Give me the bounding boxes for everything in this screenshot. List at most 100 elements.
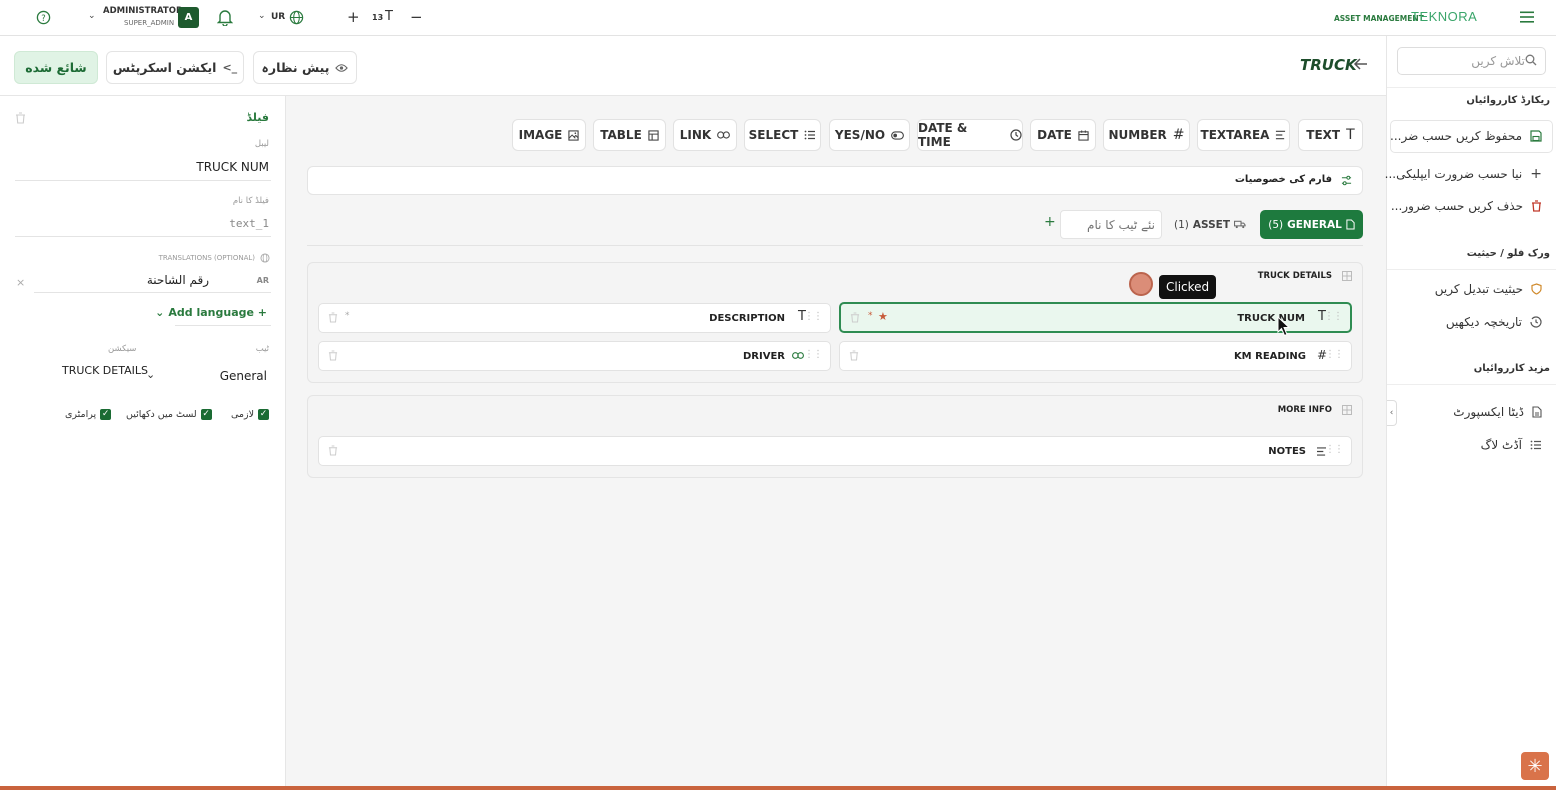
top-bar: ? ⌄ ADMINISTRATOR SUPER_ADMIN A ⌄ UR + 1… (0, 0, 1556, 36)
drag-handle-icon[interactable]: ⋮⋮ (1324, 311, 1343, 322)
section-icon (1342, 271, 1352, 281)
drag-handle-icon[interactable]: ⋮⋮ (1325, 444, 1344, 455)
collapse-sidebar-button[interactable]: ‹ (1387, 400, 1397, 426)
parameter-checkbox[interactable]: پرامٹری ✓ (65, 409, 112, 420)
field-type-textarea[interactable]: TEXTAREA (1197, 119, 1290, 151)
field-type-number[interactable]: NUMBER # (1103, 119, 1190, 151)
drag-handle-icon[interactable]: ⋮⋮ (804, 311, 823, 322)
font-size-value: 13 (372, 13, 384, 22)
section-select-value[interactable]: TRUCK DETAILS (62, 364, 148, 377)
assistant-sparkle-icon[interactable]: ✳ (1521, 752, 1549, 780)
sidebar-item-audit-log[interactable]: آڈٹ لاگ (1481, 438, 1542, 452)
sidebar-item-new[interactable]: + نیا حسب ضرورت ایپلیکی... (1385, 166, 1542, 182)
language-chevron-icon[interactable]: ⌄ (258, 11, 266, 21)
label-value[interactable]: TRUCK NUM (196, 160, 269, 174)
back-arrow-icon[interactable] (1353, 56, 1369, 72)
sidebar-item-data-export[interactable]: ڈیٹا ایکسپورٹ (1453, 405, 1542, 419)
field-type-text-label: TEXT (1306, 128, 1341, 142)
field-driver-label: DRIVER (743, 351, 785, 362)
sidebar-search[interactable]: تلاش کریں (1397, 47, 1546, 75)
preview-button[interactable]: پیش نظارہ (253, 51, 357, 84)
text-type-icon: T (1318, 309, 1326, 324)
globe-icon[interactable] (289, 10, 304, 25)
mouse-cursor-icon (1277, 316, 1291, 337)
add-tab-button[interactable]: + (1044, 214, 1056, 230)
sidebar-item-data-export-label: ڈیٹا ایکسپورٹ (1453, 405, 1524, 419)
name-underline (15, 236, 271, 237)
sidebar-item-save[interactable]: محفوظ کریں حسب ضر... (1390, 129, 1542, 143)
form-properties-bar[interactable]: فارم کی خصوصیات (307, 166, 1363, 195)
field-type-date[interactable]: DATE (1030, 119, 1096, 151)
save-icon (1530, 130, 1542, 142)
bell-icon[interactable] (217, 9, 233, 26)
image-icon (568, 129, 580, 141)
field-type-image[interactable]: IMAGE (512, 119, 586, 151)
field-name-value[interactable]: text_1 (229, 217, 269, 230)
form-header: شائع شده ایکشن اسکرپٹس <_ پیش نظارہ TRUC… (0, 36, 1386, 96)
sidebar-item-history[interactable]: تاریخچہ دیکھیں (1446, 315, 1542, 329)
field-km-reading[interactable]: ⋮⋮ # KM READING (839, 341, 1352, 371)
link-icon (792, 352, 804, 359)
delete-field-icon[interactable] (849, 350, 859, 361)
delete-field-icon[interactable] (328, 350, 338, 361)
decrease-font-button[interactable]: − (410, 8, 423, 26)
drag-handle-icon[interactable]: ⋮⋮ (804, 349, 823, 360)
field-type-datetime[interactable]: DATE & TIME (917, 119, 1023, 151)
translation-value[interactable]: رقم الشاحنة (147, 273, 209, 287)
tab-asset[interactable]: (1) ASSET (1168, 210, 1252, 239)
delete-field-icon[interactable] (328, 312, 338, 323)
field-type-table[interactable]: TABLE (593, 119, 666, 151)
add-language-button[interactable]: ⌄ Add language + (155, 306, 267, 319)
action-scripts-label: ایکشن اسکرپٹس (112, 60, 217, 75)
bottom-accent-bar (0, 786, 1556, 790)
field-description[interactable]: ⋮⋮ T DESCRIPTION * (318, 303, 831, 333)
published-button[interactable]: شائع شده (14, 51, 98, 84)
search-placeholder: تلاش کریں (1471, 54, 1525, 68)
field-type-select-label: SELECT (748, 128, 799, 142)
field-type-text[interactable]: TEXT T (1298, 119, 1363, 151)
sidebar-item-change-status[interactable]: حیثیت تبدیل کریں (1435, 282, 1542, 296)
sidebar-item-delete[interactable]: حذف کریں حسب ضرور... (1391, 199, 1542, 213)
label-caption: لیبل (254, 139, 269, 149)
field-type-select[interactable]: SELECT (744, 119, 821, 151)
tab-general-label: GENERAL (1287, 218, 1342, 231)
increase-font-button[interactable]: + (347, 8, 360, 26)
sidebar-item-new-label: نیا حسب ضرورت ایپلیکی... (1384, 167, 1523, 181)
delete-field-icon[interactable] (850, 312, 860, 323)
field-notes[interactable]: ⋮⋮ NOTES (318, 436, 1352, 466)
hamburger-menu-icon[interactable] (1519, 10, 1535, 24)
list-icon (804, 130, 816, 140)
field-type-link[interactable]: LINK (673, 119, 737, 151)
field-section-title: فیلڈ (246, 111, 269, 124)
required-label: لازمی (230, 409, 254, 420)
truck-icon (1234, 220, 1246, 229)
help-icon[interactable]: ? (36, 10, 51, 25)
tab-select-value[interactable]: General (220, 369, 267, 383)
field-description-label: DESCRIPTION (709, 313, 785, 324)
delete-field-icon[interactable] (15, 112, 26, 124)
action-scripts-button[interactable]: ایکشن اسکرپٹس <_ (106, 51, 244, 84)
tab-general-count: (5) (1268, 218, 1284, 231)
required-checkbox[interactable]: لازمی ✓ (231, 409, 269, 420)
translation-lang: AR (256, 276, 269, 285)
remove-translation-icon[interactable]: × (16, 276, 25, 289)
tabs-divider (307, 245, 1363, 246)
show-in-list-checkbox[interactable]: لسٹ میں دکھائیں ✓ (126, 409, 212, 420)
delete-field-icon[interactable] (328, 445, 338, 456)
records-heading: ریکارڈ کارروائیاں (1466, 95, 1550, 106)
new-tab-input[interactable] (1060, 210, 1162, 239)
tab-general[interactable]: (5) GENERAL (1260, 210, 1363, 239)
field-truck-num[interactable]: ⋮⋮ T TRUCK NUM * ★ (839, 302, 1352, 333)
section-caption: سیکشن (108, 344, 137, 354)
language-code[interactable]: UR (271, 12, 285, 22)
field-type-yesno[interactable]: YES/NO (829, 119, 910, 151)
required-asterisk-icon: * (868, 311, 873, 321)
right-sidebar: تلاش کریں ریکارڈ کارروائیاں محفوظ کریں ح… (1385, 36, 1556, 786)
drag-handle-icon[interactable]: ⋮⋮ (1325, 349, 1344, 360)
hash-icon: # (1316, 348, 1327, 362)
user-menu-chevron-icon[interactable]: ⌄ (88, 11, 96, 21)
avatar[interactable]: A (178, 7, 199, 28)
field-driver[interactable]: ⋮⋮ DRIVER (318, 341, 831, 371)
font-size-icon: T (385, 9, 393, 24)
document-icon (1346, 219, 1355, 230)
